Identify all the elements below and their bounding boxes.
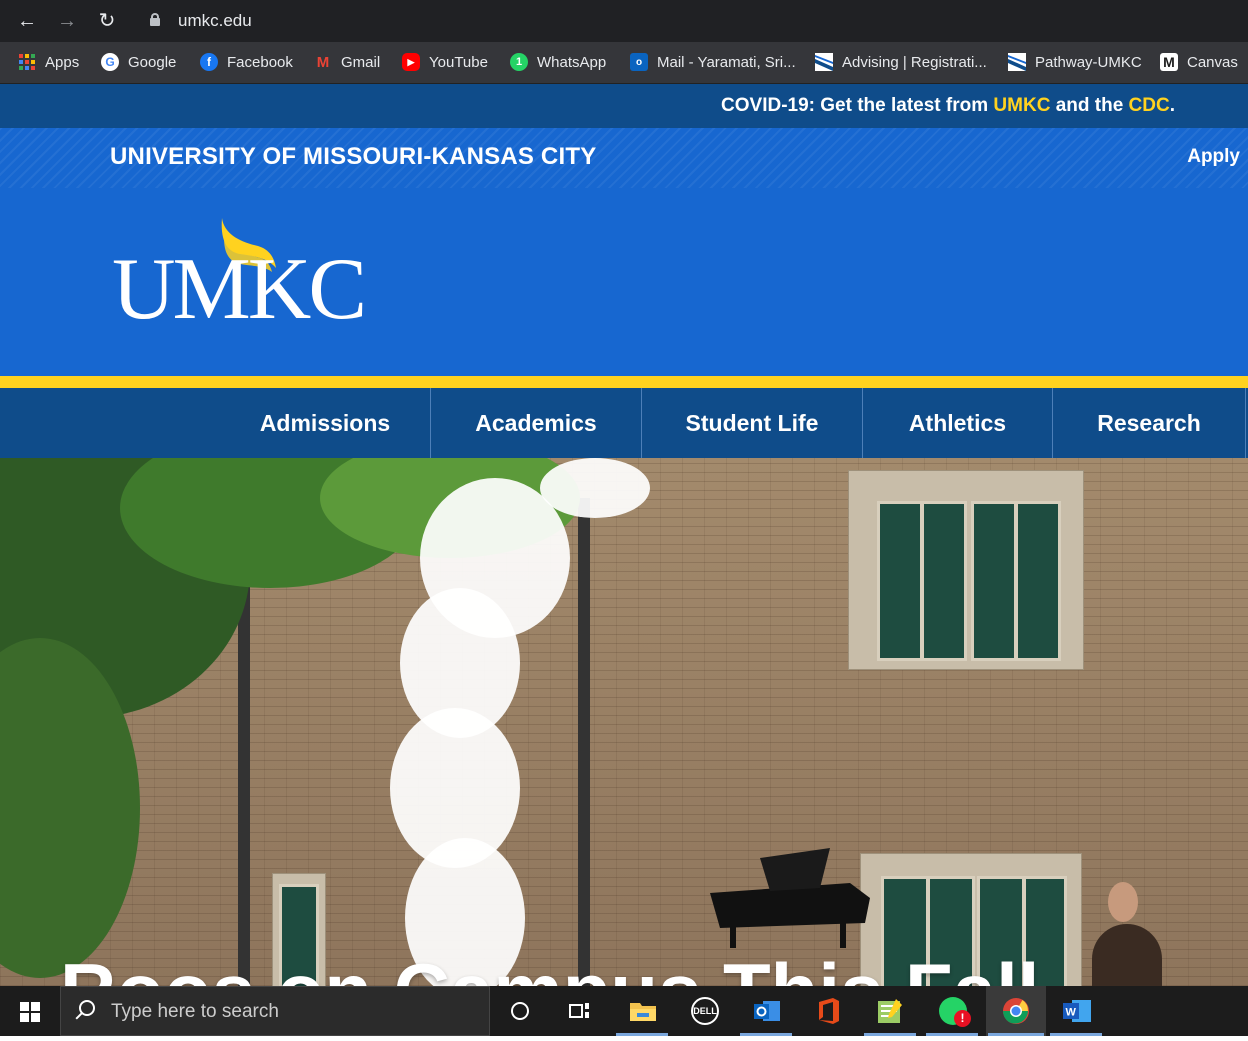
dell-icon[interactable]: DELL — [688, 994, 722, 1028]
windows-logo-icon — [20, 1002, 40, 1022]
bookmark-label: YouTube — [429, 53, 488, 71]
office-icon[interactable] — [812, 994, 846, 1028]
windows-taskbar: Type here to search DELL ! W — [0, 986, 1248, 1036]
bookmark-label: Gmail — [341, 53, 381, 71]
cdc-link[interactable]: CDC — [1129, 95, 1170, 116]
taskbar-search-box[interactable]: Type here to search — [60, 986, 490, 1036]
nav-research[interactable]: Research — [1052, 388, 1246, 458]
word-icon[interactable]: W — [1060, 994, 1094, 1028]
bookmark-google[interactable]: G Google — [101, 42, 176, 82]
apply-link[interactable]: Apply — [1187, 146, 1240, 168]
site-header: UNIVERSITY OF MISSOURI-KANSAS CITY Apply… — [0, 128, 1248, 378]
file-explorer-icon[interactable] — [626, 994, 660, 1028]
cortana-icon[interactable] — [503, 994, 537, 1028]
bookmark-label: Advising | Registrati... — [842, 53, 987, 71]
umkc-bookmark-icon — [815, 53, 833, 71]
hero-title[interactable]: Roos on Campus This Fall — [60, 946, 1039, 986]
nav-athletics[interactable]: Athletics — [862, 388, 1052, 458]
gold-divider — [0, 376, 1248, 388]
bookmark-youtube[interactable]: ▶ YouTube — [402, 42, 488, 82]
bookmark-whatsapp[interactable]: 1 WhatsApp — [510, 42, 606, 82]
bookmark-canvas[interactable]: M Canvas — [1160, 42, 1238, 82]
chrome-icon[interactable] — [999, 994, 1033, 1028]
drain-pipe — [578, 498, 590, 986]
umkc-bookmark-icon — [1008, 53, 1026, 71]
forward-arrow-icon[interactable]: → — [54, 8, 80, 34]
main-navigation: Admissions Academics Student Life Athlet… — [0, 388, 1248, 458]
alert-text: and the — [1050, 95, 1129, 116]
bookmark-label: Facebook — [227, 53, 293, 71]
bookmark-apps[interactable]: Apps — [18, 42, 79, 82]
browser-toolbar: ← → ↻ umkc.edu — [0, 0, 1248, 42]
canvas-icon: M — [1160, 53, 1178, 71]
umkc-logo[interactable]: UMKC — [110, 216, 390, 341]
outlook-icon[interactable] — [750, 994, 784, 1028]
piano-silhouette — [710, 848, 870, 948]
person-head — [1108, 882, 1138, 922]
hero-banner[interactable]: Roos on Campus This Fall — [0, 458, 1248, 986]
bookmark-label: Mail - Yaramati, Sri... — [657, 53, 796, 71]
bookmarks-bar: Apps G Google f Facebook M Gmail ▶ YouTu… — [0, 42, 1248, 84]
bookmark-label: Apps — [45, 53, 80, 71]
bookmark-label: WhatsApp — [537, 53, 607, 71]
search-placeholder: Type here to search — [111, 1001, 279, 1022]
bookmark-label: Canvas — [1187, 53, 1238, 71]
bookmark-facebook[interactable]: f Facebook — [200, 42, 293, 82]
youtube-icon: ▶ — [402, 53, 420, 71]
building-window — [848, 470, 1084, 670]
nav-academics[interactable]: Academics — [430, 388, 641, 458]
bookmark-gmail[interactable]: M Gmail — [314, 42, 380, 82]
university-name[interactable]: UNIVERSITY OF MISSOURI-KANSAS CITY — [110, 143, 596, 171]
whatsapp-icon: 1 — [510, 53, 528, 71]
person-figure — [1092, 924, 1162, 986]
notepad-icon[interactable] — [873, 994, 907, 1028]
outlook-icon: o — [630, 53, 648, 71]
url-text[interactable]: umkc.edu — [178, 11, 252, 31]
windows-start-button[interactable] — [0, 986, 60, 1036]
facebook-icon: f — [200, 53, 218, 71]
nav-admissions[interactable]: Admissions — [220, 388, 430, 458]
reload-icon[interactable]: ↻ — [94, 8, 120, 34]
search-icon — [79, 1000, 95, 1016]
bookmark-label: Google — [128, 53, 177, 71]
gmail-icon: M — [316, 53, 330, 71]
task-view-icon[interactable] — [563, 994, 597, 1028]
covid-alert-message: COVID-19: Get the latest from UMKC and t… — [721, 95, 1175, 117]
alert-text: COVID-19: Get the latest from — [721, 95, 994, 116]
nav-student-life[interactable]: Student Life — [641, 388, 862, 458]
logo-wordmark: UMKC — [112, 241, 367, 338]
apps-grid-icon — [18, 53, 36, 71]
google-icon: G — [101, 53, 119, 71]
alert-text: . — [1169, 95, 1175, 116]
confetti-smoke — [540, 458, 650, 518]
whatsapp-icon[interactable]: ! — [936, 994, 971, 1028]
address-bar[interactable]: umkc.edu — [138, 4, 1248, 38]
svg-text:W: W — [1066, 1007, 1077, 1019]
bookmark-mail[interactable]: o Mail - Yaramati, Sri... — [630, 42, 796, 82]
bookmark-pathway[interactable]: Pathway-UMKC — [1008, 42, 1142, 82]
bookmark-label: Pathway-UMKC — [1035, 53, 1142, 71]
umkc-link[interactable]: UMKC — [993, 95, 1050, 116]
bookmark-advising[interactable]: Advising | Registrati... — [815, 42, 987, 82]
back-arrow-icon[interactable]: ← — [14, 8, 40, 34]
covid-alert-bar: COVID-19: Get the latest from UMKC and t… — [0, 84, 1248, 128]
lock-icon — [150, 13, 160, 26]
